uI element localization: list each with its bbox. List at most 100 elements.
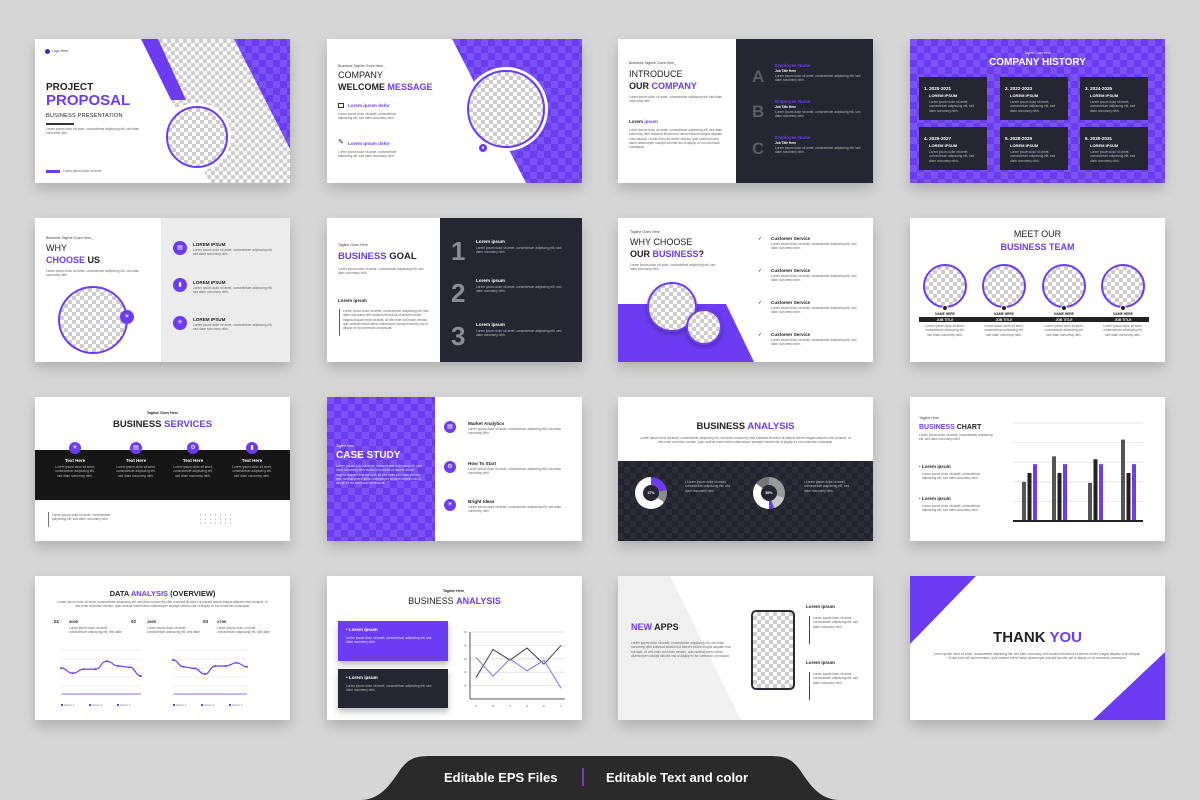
item-text: Lorem ipsum dolor sit amet, consectetuer… bbox=[468, 467, 562, 476]
data-point bbox=[182, 665, 185, 668]
bar bbox=[1022, 481, 1026, 521]
service-text: Lorem ipsum dolor sit amet, consectetuer… bbox=[771, 274, 857, 283]
intro-text: Lorem ipsum dolor sit amet, consectetuer… bbox=[629, 95, 723, 104]
stat-value: 1905 bbox=[147, 619, 156, 624]
service-title: Customer Service bbox=[771, 332, 811, 337]
data-point bbox=[203, 673, 206, 675]
dot-grid bbox=[198, 513, 234, 524]
bar bbox=[1027, 472, 1032, 521]
member-name: NAME HERE bbox=[935, 312, 955, 316]
phone-mockup bbox=[751, 610, 795, 690]
item-text: Lorem ipsum dolor sit amet, consectetuer… bbox=[813, 616, 859, 629]
service-title: Text Here bbox=[241, 458, 263, 463]
member-job: JOB TITLE bbox=[995, 317, 1013, 322]
item-title: LOREM IPSUM bbox=[193, 280, 226, 285]
slide-business-chart[interactable]: Tagline Here BUSINESS CHART Lorem ipsum … bbox=[910, 397, 1165, 541]
stat-value: 3005 bbox=[69, 619, 78, 624]
t-b: SERVICES bbox=[164, 419, 213, 430]
bullet-title: • Lorem ipsum bbox=[919, 464, 951, 469]
step-number: 3 bbox=[451, 321, 466, 351]
history-card bbox=[1080, 77, 1148, 120]
service-title: Text Here bbox=[64, 458, 86, 463]
slide-new-apps[interactable]: NEW APPS Lorem ipsum dolor sit amet, con… bbox=[618, 576, 873, 720]
t-b: CHART bbox=[956, 424, 982, 431]
stat-text: Lorem ipsum dolor sit amet, consectetuer… bbox=[147, 626, 200, 635]
slide-introduce-company[interactable]: Business Tagline Goes Here_ INTRODUCE OU… bbox=[618, 39, 873, 183]
x-tick-label: F bbox=[560, 704, 562, 708]
tagline: Tagline Goes Here bbox=[146, 411, 179, 415]
stat-text: Lorem ipsum dolor sit amet, consectetuer… bbox=[217, 626, 270, 635]
slide-company-history[interactable]: Tagline Goes Here COMPANY HISTORY 1. 202… bbox=[910, 39, 1165, 183]
letter: A bbox=[752, 67, 765, 86]
tagline: Tagline Goes Here bbox=[1024, 51, 1051, 55]
item-title: Market Analytics bbox=[468, 421, 505, 426]
body-text: Lorem ipsum dolor sit amet, consectetuer… bbox=[629, 128, 723, 150]
data-point bbox=[214, 665, 217, 667]
photo-circle bbox=[58, 286, 128, 354]
step-title: Lorem ipsum bbox=[476, 239, 505, 244]
t-a: BUSINESS bbox=[696, 421, 748, 432]
tagline: Tagline Goes Here bbox=[630, 230, 660, 234]
title-welcome-b: MESSAGE bbox=[387, 82, 433, 92]
slide-business-goal[interactable]: Tagline Goes Here BUSINESS GOAL Lorem ip… bbox=[327, 218, 582, 362]
item-text: Lorem ipsum dolor sit amet, consectetuer… bbox=[193, 286, 273, 295]
slide-business-analysis-line[interactable]: Tagline Here_ BUSINESS ANALYSIS • Lorem … bbox=[327, 576, 582, 720]
slide-why-choose-us[interactable]: Business Tagline Goes Here_ WHY CHOOSE U… bbox=[35, 218, 290, 362]
donut-text: • Lorem ipsum dolor sit amet, consectetu… bbox=[804, 480, 850, 493]
item-title: LOREM IPSUM bbox=[193, 317, 226, 322]
slide-business-analysis-donuts[interactable]: BUSINESS ANALYSIS Lorem ipsum dolor sit … bbox=[618, 397, 873, 541]
slide-project-proposal[interactable]: Logo Here PROJECT PROPOSAL BUSINESS PRES… bbox=[35, 39, 290, 183]
t-b: ANALYSIS bbox=[130, 589, 169, 598]
slide-case-study[interactable]: Tagline Here CASE STUDY Lorem ipsum dolo… bbox=[327, 397, 582, 541]
t-b: YOU bbox=[1049, 629, 1082, 646]
legend-swatch bbox=[61, 704, 63, 706]
card-label: LOREM IPSUM bbox=[1010, 93, 1039, 98]
service-title: Customer Service bbox=[771, 300, 811, 305]
card-text: Lorem ipsum dolor sit amet, consectetuer… bbox=[1090, 100, 1136, 113]
bar bbox=[1052, 456, 1056, 521]
data-point bbox=[193, 667, 196, 670]
member-name: NAME HERE bbox=[1054, 312, 1074, 316]
history-card bbox=[919, 77, 987, 120]
tagline: Business Tagline Goes Here_ bbox=[46, 236, 94, 240]
bottom-banner bbox=[360, 756, 840, 800]
bar bbox=[1063, 464, 1067, 521]
banner-text-eps: Editable EPS Files bbox=[444, 770, 558, 785]
user-icon: ● bbox=[479, 144, 487, 152]
period: 1. 2020-2021 bbox=[924, 86, 952, 91]
stat-index: 01 bbox=[54, 619, 60, 624]
check-icon: ✓ bbox=[758, 236, 763, 242]
bar bbox=[1057, 472, 1062, 521]
member-photo bbox=[1101, 264, 1145, 308]
intro-text: Lorem ipsum dolor sit amet, consectetuer… bbox=[57, 600, 268, 609]
bar bbox=[1088, 482, 1092, 521]
slide-thank-you[interactable]: THANK YOU Lorem ipsum dolor sit amet, co… bbox=[910, 576, 1165, 720]
lightbulb-icon: ☀ bbox=[69, 442, 81, 454]
slide-why-choose-business[interactable]: Tagline Goes Here WHY CHOOSE OUR BUSINES… bbox=[618, 218, 873, 362]
footer-text: Lorem ipsum dolor sit amet bbox=[63, 169, 102, 173]
history-card bbox=[919, 127, 987, 170]
bar bbox=[1121, 439, 1125, 521]
legend-label: Series 3 bbox=[120, 703, 131, 707]
slide-data-analysis[interactable]: DATA ANALYSIS (OVERVIEW) Lorem ipsum dol… bbox=[35, 576, 290, 720]
divider bbox=[46, 123, 74, 125]
data-point bbox=[172, 659, 174, 661]
history-card bbox=[1000, 127, 1068, 170]
card-text: Lorem ipsum dolor sit amet, consectetuer… bbox=[1010, 150, 1056, 163]
lightbulb-icon: ☀ bbox=[120, 310, 134, 324]
member-text: Lorem ipsum dolor sit amet, consectetuer… bbox=[984, 324, 1024, 337]
member-name: NAME HERE bbox=[994, 312, 1014, 316]
donut-text: • Lorem ipsum dolor sit amet, consectetu… bbox=[685, 480, 731, 493]
stat-index: 03 bbox=[203, 619, 209, 624]
tagline: Business Tagline Goes Here_ bbox=[338, 64, 386, 68]
bar bbox=[1033, 464, 1037, 521]
slide-business-services[interactable]: Tagline Goes Here BUSINESS SERVICES Lore… bbox=[35, 397, 290, 541]
x-tick-label: C bbox=[509, 704, 512, 708]
slide-business-team[interactable]: MEET OUR BUSINESS TEAM NAME HERE JOB TIT… bbox=[910, 218, 1165, 362]
t-a: BUSINESS bbox=[338, 251, 390, 262]
y-tick-label: 40 bbox=[464, 643, 468, 647]
lightbulb-icon: ☀ bbox=[444, 499, 456, 511]
member-photo bbox=[1042, 264, 1086, 308]
photo-circle-small bbox=[686, 309, 722, 345]
slide-welcome-message[interactable]: ● Business Tagline Goes Here_ COMPANY WE… bbox=[327, 39, 582, 183]
